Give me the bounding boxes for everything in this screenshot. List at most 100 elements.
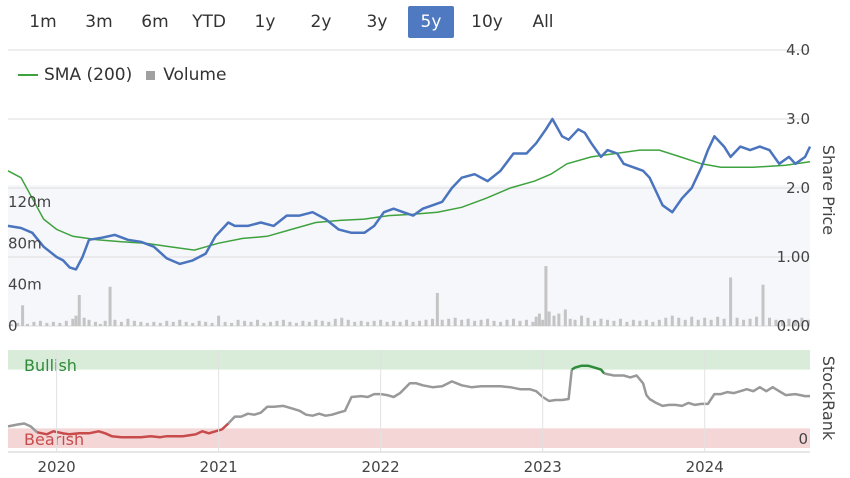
volume-bar: [411, 321, 415, 326]
bullish-label: Bullish: [24, 356, 77, 375]
volume-bar: [392, 320, 396, 326]
volume-tick-label: 40m: [8, 276, 42, 294]
volume-bar: [453, 317, 457, 326]
volume-bar: [563, 309, 567, 326]
volume-bar: [217, 315, 221, 326]
volume-bar: [249, 321, 253, 326]
volume-bar: [139, 321, 143, 326]
volume-bar: [74, 315, 78, 326]
volume-bar: [113, 319, 117, 326]
stockrank-series: [7, 364, 810, 439]
volume-bar: [385, 321, 389, 326]
volume-bar: [191, 322, 195, 326]
price-tick-label: 4.0: [786, 41, 810, 59]
volume-bar: [683, 319, 687, 326]
volume-bar: [424, 319, 428, 326]
volume-bar: [748, 318, 752, 326]
volume-bar: [353, 321, 357, 326]
price-axis-title: Share Price: [819, 145, 838, 235]
volume-bar: [320, 320, 324, 326]
volume-bar: [405, 319, 409, 326]
volume-bar: [82, 317, 86, 326]
volume-bar: [204, 321, 208, 326]
volume-bar: [460, 319, 464, 326]
stockrank-tick-label: 0: [798, 430, 808, 448]
volume-bar: [664, 317, 668, 326]
volume-bar: [735, 317, 739, 326]
volume-bar: [547, 311, 551, 326]
volume-bar: [580, 315, 584, 326]
volume-bar: [479, 319, 483, 326]
volume-bar: [512, 318, 516, 326]
volume-bar: [638, 320, 642, 326]
volume-bar: [21, 305, 25, 326]
volume-bar: [210, 322, 214, 326]
volume-bar: [418, 320, 422, 326]
volume-bar: [171, 321, 175, 326]
volume-bar: [108, 286, 112, 326]
volume-bar: [625, 321, 629, 326]
volume-bar: [755, 316, 759, 326]
volume-bar: [690, 316, 694, 326]
volume-bar: [473, 320, 477, 326]
volume-bar: [605, 319, 609, 326]
volume-tick-label: 0: [8, 317, 18, 335]
x-tick-label: 2023: [524, 458, 562, 476]
price-tick-label: 2.0: [786, 179, 810, 197]
volume-bar: [333, 318, 337, 326]
volume-bar: [38, 320, 42, 326]
volume-bar: [573, 319, 577, 326]
volume-bar: [518, 320, 522, 326]
volume-bar: [716, 316, 720, 326]
volume-bar: [359, 320, 363, 326]
volume-bar: [722, 318, 726, 326]
volume-bar: [499, 321, 503, 326]
volume-bar: [93, 321, 97, 326]
volume-bar: [398, 321, 402, 326]
bullish-band: [8, 350, 810, 370]
x-tick-label: 2022: [362, 458, 400, 476]
volume-bar: [430, 318, 434, 326]
volume-bar: [586, 317, 590, 326]
price-plot-area: [8, 185, 810, 326]
volume-bar: [256, 319, 260, 326]
stock-chart: 4.0 3.0 2.0 1.00 0.00 120m 80m 40m 0 Share Pric…: [7, 41, 838, 476]
volume-bar: [612, 320, 616, 326]
volume-bar: [87, 319, 91, 326]
volume-bar: [132, 320, 136, 326]
volume-bar: [440, 319, 444, 326]
volume-bar: [670, 315, 674, 326]
volume-bar: [644, 319, 648, 326]
volume-bar: [126, 318, 130, 326]
volume-bar: [197, 320, 201, 326]
volume-bar: [742, 319, 746, 326]
volume-bar: [372, 320, 376, 326]
volume-bar: [268, 321, 272, 326]
volume-bar: [696, 319, 700, 326]
volume-bar: [25, 323, 29, 326]
volume-bar: [58, 322, 62, 326]
volume-bar: [262, 322, 266, 326]
volume-bar: [486, 318, 490, 326]
volume-bar: [145, 322, 149, 326]
volume-bar: [243, 320, 247, 326]
volume-bar: [346, 319, 350, 326]
volume-bar: [557, 313, 561, 326]
volume-bar: [165, 320, 169, 326]
volume-bar: [568, 318, 572, 326]
volume-bar: [275, 320, 279, 326]
volume-bar: [51, 321, 55, 326]
volume-bar: [709, 319, 713, 326]
volume-bar: [71, 318, 75, 326]
volume-bar: [531, 321, 535, 326]
volume-bar: [236, 319, 240, 326]
volume-bar: [677, 317, 681, 326]
volume-bar: [599, 318, 603, 326]
volume-bar: [366, 321, 370, 326]
x-tick-label: 2020: [38, 458, 76, 476]
volume-bar: [767, 317, 771, 326]
volume-bar: [466, 318, 470, 326]
volume-bar: [524, 319, 528, 326]
price-tick-label: 3.0: [786, 110, 810, 128]
volume-bar: [534, 316, 538, 326]
